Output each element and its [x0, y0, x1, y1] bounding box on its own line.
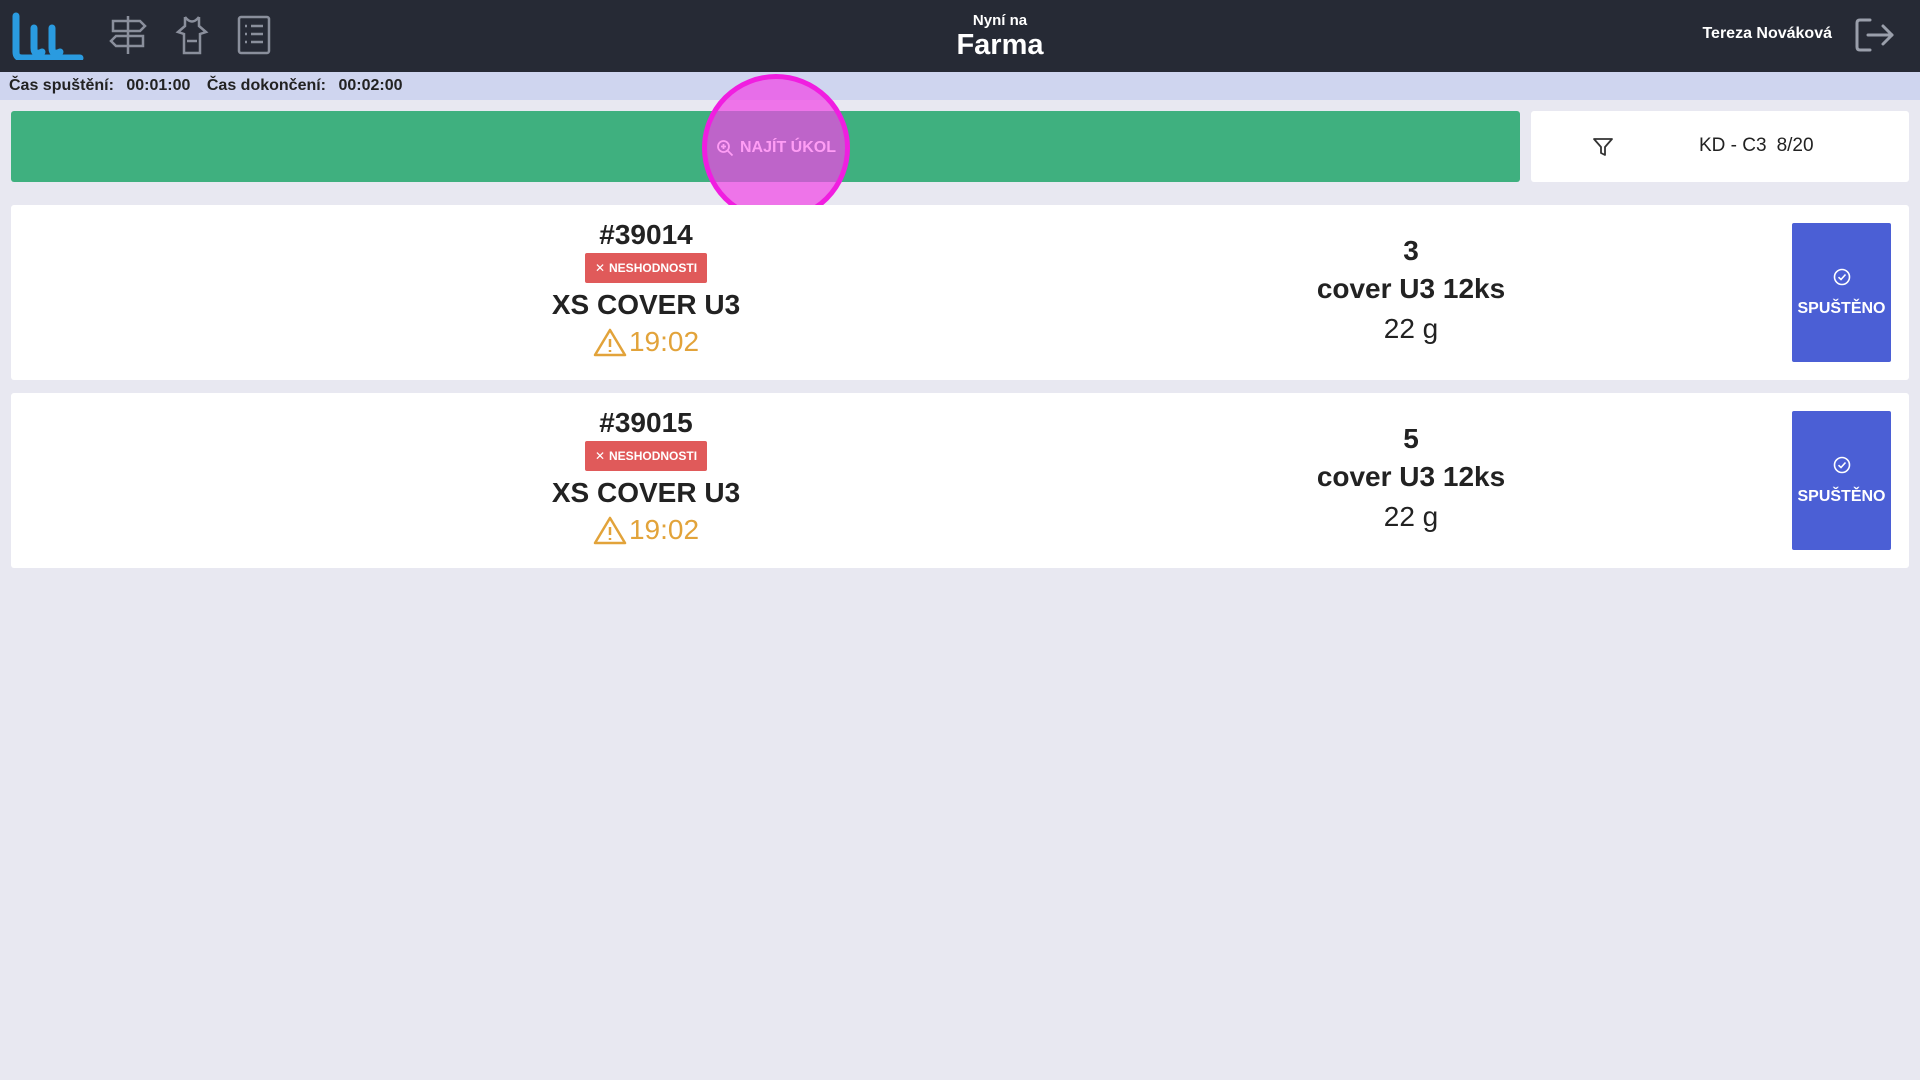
order-number: #39015	[599, 407, 693, 438]
weight: 22 g	[1383, 501, 1439, 532]
filter-value: KD - C3 8/20	[1699, 135, 1814, 157]
quantity: 3	[1403, 235, 1419, 266]
task-info: #39015 ✕ NESHODNOSTI XS COVER U3 19:02	[451, 407, 841, 550]
top-bar: Nyní na Farma Tereza Nováková	[0, 0, 1920, 72]
product-name: XS COVER U3	[551, 289, 741, 320]
search-zoom-icon	[717, 140, 734, 157]
task-material: 3 cover U3 12ks 22 g	[1211, 233, 1611, 349]
started-button[interactable]: SPUŠTĚNO	[1792, 411, 1891, 550]
due-time-value: 19:02	[628, 326, 700, 357]
badge-label: NESHODNOSTI	[609, 449, 698, 463]
due-time: 19:02	[593, 513, 699, 547]
user-name: Tereza Nováková	[1702, 25, 1832, 42]
finish-time-label: Čas dokončení:	[206, 77, 327, 94]
check-circle-icon	[1833, 268, 1850, 285]
check-circle-icon	[1833, 456, 1850, 473]
task-info: #39014 ✕ NESHODNOSTI XS COVER U3 19:02	[451, 219, 841, 362]
order-number: #39014	[599, 219, 693, 250]
logout-icon[interactable]	[1854, 16, 1896, 54]
started-button[interactable]: SPUŠTĚNO	[1792, 223, 1891, 362]
start-time-value: 00:01:00	[126, 77, 191, 94]
started-label: SPUŠTĚNO	[1797, 487, 1886, 505]
apron-icon[interactable]	[172, 14, 212, 56]
signpost-icon[interactable]	[108, 14, 148, 56]
filter-ratio: 8/20	[1776, 135, 1814, 156]
task-card[interactable]: #39014 ✕ NESHODNOSTI XS COVER U3 19:02 3 …	[11, 205, 1909, 380]
finish-time-value: 00:02:00	[338, 77, 403, 94]
location-name: Farma	[956, 29, 1044, 61]
material: cover U3 12ks	[1316, 461, 1506, 492]
weight: 22 g	[1383, 313, 1439, 344]
start-time-label: Čas spuštění:	[9, 77, 114, 94]
close-icon: ✕	[594, 261, 606, 275]
time-strip: Čas spuštění: 00:01:00 Čas dokončení: 00…	[0, 72, 1920, 100]
find-task-label-wrap[interactable]: NAJÍT ÚKOL	[702, 74, 850, 222]
current-location: Nyní na Farma	[860, 12, 1140, 60]
due-time-value: 19:02	[628, 514, 700, 545]
find-task-label: NAJÍT ÚKOL	[740, 139, 836, 156]
filter-station: KD - C3	[1699, 135, 1767, 156]
station-filter[interactable]: KD - C3 8/20	[1531, 111, 1909, 182]
warning-icon	[593, 516, 627, 545]
badge-label: NESHODNOSTI	[609, 261, 698, 275]
product-name: XS COVER U3	[551, 477, 741, 508]
material: cover U3 12ks	[1316, 273, 1506, 304]
warning-icon	[593, 328, 627, 357]
started-label: SPUŠTĚNO	[1797, 299, 1886, 317]
list-icon[interactable]	[234, 14, 274, 56]
now-at-label: Nyní na	[972, 12, 1028, 29]
task-material: 5 cover U3 12ks 22 g	[1211, 421, 1611, 537]
due-time: 19:02	[593, 325, 699, 359]
app-logo[interactable]	[12, 12, 84, 62]
filter-icon	[1593, 138, 1613, 156]
nonconformity-badge[interactable]: ✕ NESHODNOSTI	[584, 253, 708, 283]
close-icon: ✕	[594, 449, 606, 463]
nonconformity-badge[interactable]: ✕ NESHODNOSTI	[584, 441, 708, 471]
task-card[interactable]: #39015 ✕ NESHODNOSTI XS COVER U3 19:02 5 …	[11, 393, 1909, 568]
quantity: 5	[1403, 423, 1419, 454]
